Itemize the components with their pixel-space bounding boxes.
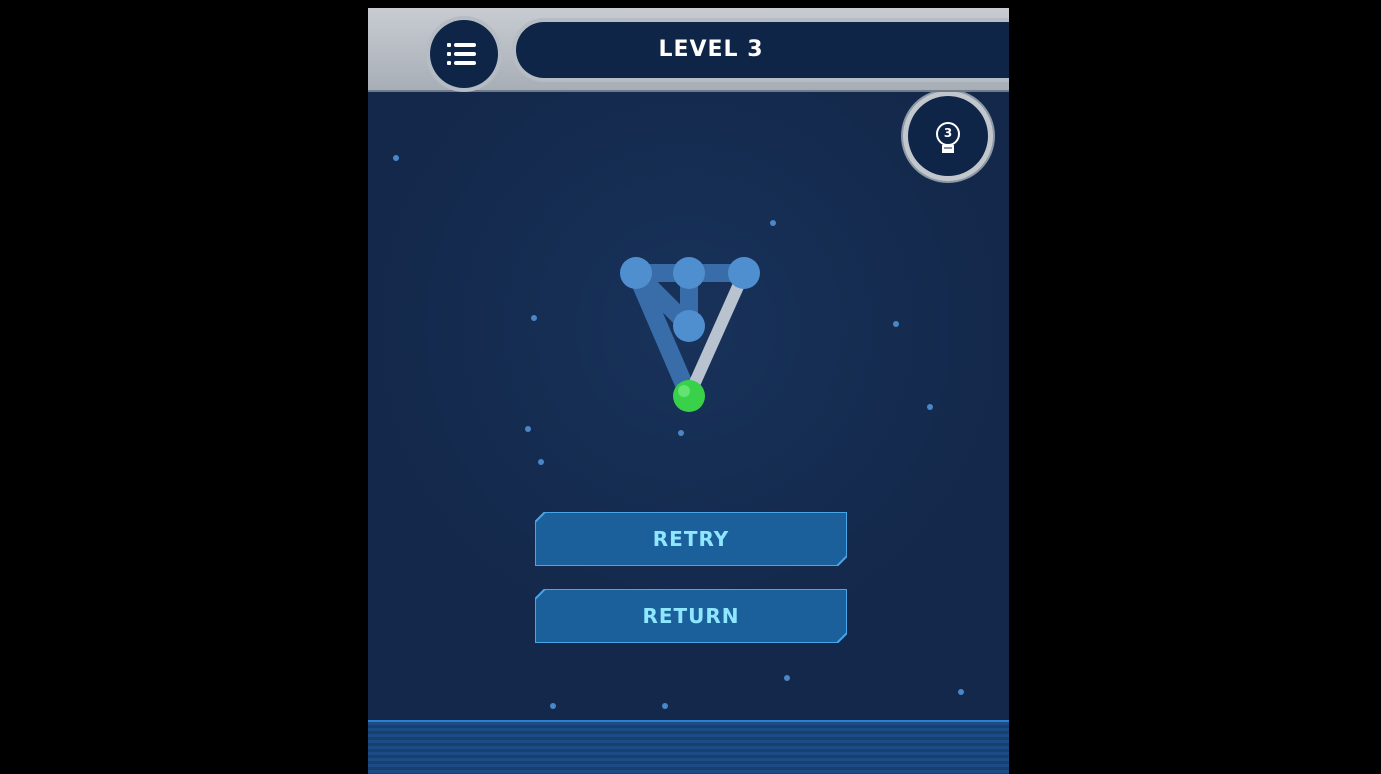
top-bar: LEVEL 3 109 — [368, 8, 1009, 92]
return-button[interactable]: RETURN — [535, 589, 847, 643]
playfield: 3 RETRY RETURN — [368, 8, 1009, 774]
node — [673, 310, 705, 342]
game-window: 3 RETRY RETURN LEVEL 3 109 — [4, 4, 1366, 774]
active-node[interactable] — [673, 380, 705, 412]
hint-button[interactable]: 3 — [908, 96, 988, 176]
hint-count: 3 — [943, 126, 953, 140]
menu-button[interactable] — [430, 20, 498, 88]
retry-button[interactable]: RETRY — [535, 512, 847, 566]
active-node-highlight — [678, 385, 690, 397]
node — [728, 257, 760, 289]
node — [620, 257, 652, 289]
retry-label: RETRY — [652, 527, 730, 551]
level-title: LEVEL 3 — [658, 37, 764, 62]
title-panel: LEVEL 3 109 — [516, 22, 1009, 78]
game-screen: 3 RETRY RETURN LEVEL 3 109 — [368, 8, 1009, 774]
node — [673, 257, 705, 289]
bottom-strip — [368, 720, 1009, 774]
return-label: RETURN — [642, 604, 740, 628]
